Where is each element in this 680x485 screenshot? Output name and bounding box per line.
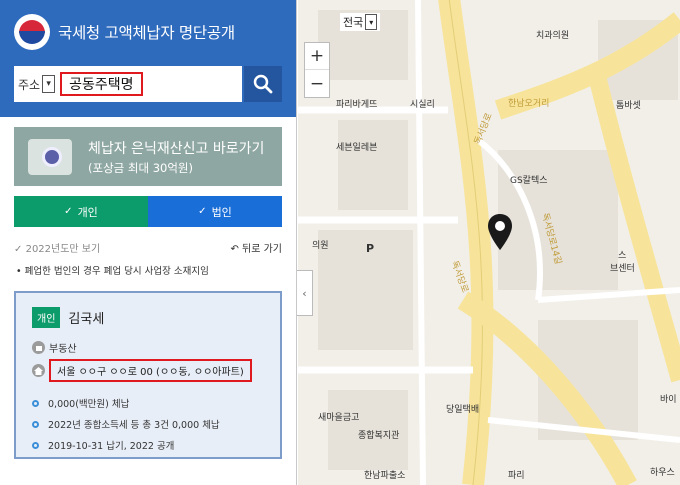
building-icon	[32, 341, 45, 354]
detail-item: 0,000(백만원) 체납	[32, 396, 264, 410]
search-type-select[interactable]: 주소 ▾	[18, 73, 56, 95]
map-poi: 파리	[508, 471, 525, 481]
map-poi: 당일택배	[446, 405, 480, 415]
zoom-out-button[interactable]: −	[305, 70, 329, 97]
back-button[interactable]: ↶ 뒤로 가기	[230, 240, 282, 255]
map-poi: 시실리	[410, 100, 435, 110]
map-poi: 의원	[312, 241, 329, 251]
year-filter-label: 2022년도만 보기	[25, 243, 101, 255]
tab-corporate[interactable]: ✓ 법인	[148, 196, 282, 227]
check-icon: ✓	[64, 206, 73, 217]
map-poi: 톰바셋	[616, 101, 641, 111]
chevron-down-icon: ▾	[365, 14, 378, 30]
banner-line2: (포상금 최대 30억원)	[88, 160, 193, 175]
banner-text: 체납자 은닉재산신고 바로가기 (포상금 최대 30억원)	[88, 138, 264, 176]
parking-icon: P	[366, 242, 375, 255]
government-emblem-icon	[14, 14, 50, 50]
bullet-icon	[32, 420, 39, 428]
category-row: 부동산	[32, 340, 264, 355]
category-label: 부동산	[49, 344, 77, 355]
map-poi: GS칼텍스	[510, 176, 548, 186]
search-icon	[253, 74, 273, 94]
home-icon	[32, 364, 45, 377]
detail-text: 0,000(백만원) 체납	[48, 399, 130, 410]
bullet-icon	[32, 399, 39, 407]
taxpayer-name: 김국세	[68, 312, 105, 327]
report-banner[interactable]: 체납자 은닉재산신고 바로가기 (포상금 최대 30억원)	[14, 127, 282, 186]
notice-text: • 폐업한 법인의 경우 폐업 당시 사업장 소재지임	[16, 266, 209, 277]
year-filter-toggle[interactable]: ✓ 2022년도만 보기	[14, 240, 100, 255]
search-bar: 주소 ▾ 공동주택명	[14, 66, 282, 102]
undo-icon: ↶	[230, 243, 239, 255]
zoom-in-button[interactable]: +	[305, 43, 329, 70]
zoom-control: + −	[304, 42, 330, 98]
notice-label: 폐업한 법인의 경우 폐업 당시 사업장 소재지임	[24, 266, 209, 277]
check-icon: ✓	[198, 206, 207, 217]
panel-collapse-button[interactable]: ‹	[297, 270, 313, 316]
search-button[interactable]	[244, 66, 282, 102]
search-type-label: 주소	[18, 77, 41, 92]
map-road-label: 한남오거리	[508, 99, 550, 109]
map-poi: 새마을금고	[318, 413, 360, 423]
map-poi: 하우스	[650, 468, 675, 478]
map-poi: 파리바게뜨	[336, 100, 378, 110]
page-title: 국세청 고액체납자 명단공개	[58, 24, 235, 42]
map-poi: 세븐일레븐	[336, 143, 378, 153]
map-poi: 한남파출소	[364, 471, 406, 481]
detail-text: 2022년 종합소득세 등 총 3건 0,000 체납	[48, 420, 220, 431]
header: 국세청 고액체납자 명단공개 주소 ▾ 공동주택명	[0, 0, 296, 117]
region-select-value: 전국	[343, 16, 364, 29]
result-card[interactable]: 개인 김국세 부동산 서울 ㅇㅇ구 ㅇㅇ로 00 (ㅇㅇ동, ㅇㅇ아파트) 0,…	[14, 291, 282, 459]
search-box: 주소 ▾ 공동주택명	[14, 66, 242, 102]
map-poi: 종합복지관	[358, 431, 400, 441]
brand: 국세청 고액체납자 명단공개	[14, 12, 282, 52]
detail-item: 2022년 종합소득세 등 총 3건 0,000 체납	[32, 417, 264, 431]
check-icon: ✓	[14, 243, 23, 255]
map-poi: 바이	[660, 395, 677, 405]
map-poi: 브센터	[610, 264, 635, 274]
tab-personal-label: 개인	[77, 205, 98, 219]
tab-corporate-label: 법인	[211, 205, 232, 219]
bullet-icon	[32, 441, 39, 449]
type-tabs: ✓ 개인 ✓ 법인	[14, 196, 282, 227]
address-value: 서울 ㅇㅇ구 ㅇㅇ로 00 (ㅇㅇ동, ㅇㅇ아파트)	[49, 359, 252, 382]
address-row: 서울 ㅇㅇ구 ㅇㅇ로 00 (ㅇㅇ동, ㅇㅇ아파트)	[32, 359, 264, 382]
map-poi: 스	[618, 251, 627, 261]
region-select[interactable]: 전국 ▾	[340, 13, 381, 31]
banner-line1: 체납자 은닉재산신고 바로가기	[88, 140, 265, 157]
side-panel: 국세청 고액체납자 명단공개 주소 ▾ 공동주택명 체납자 은닉재산신고 바로가…	[0, 0, 297, 485]
chevron-down-icon: ▾	[42, 75, 56, 93]
type-badge: 개인	[32, 307, 61, 328]
tab-personal[interactable]: ✓ 개인	[14, 196, 148, 227]
map-poi: 치과의원	[536, 31, 570, 41]
card-header: 개인 김국세	[32, 307, 264, 328]
back-label: 뒤로 가기	[242, 243, 282, 255]
app-root: 국세청 고액체납자 명단공개 주소 ▾ 공동주택명 체납자 은닉재산신고 바로가…	[0, 0, 680, 485]
safe-icon	[28, 138, 72, 175]
location-pin-icon[interactable]	[488, 214, 512, 250]
filter-row: ✓ 2022년도만 보기 ↶ 뒤로 가기	[14, 239, 282, 255]
detail-text: 2019-10-31 납기, 2022 공개	[48, 441, 175, 452]
detail-item: 2019-10-31 납기, 2022 공개	[32, 438, 264, 452]
search-input[interactable]: 공동주택명	[60, 72, 143, 96]
